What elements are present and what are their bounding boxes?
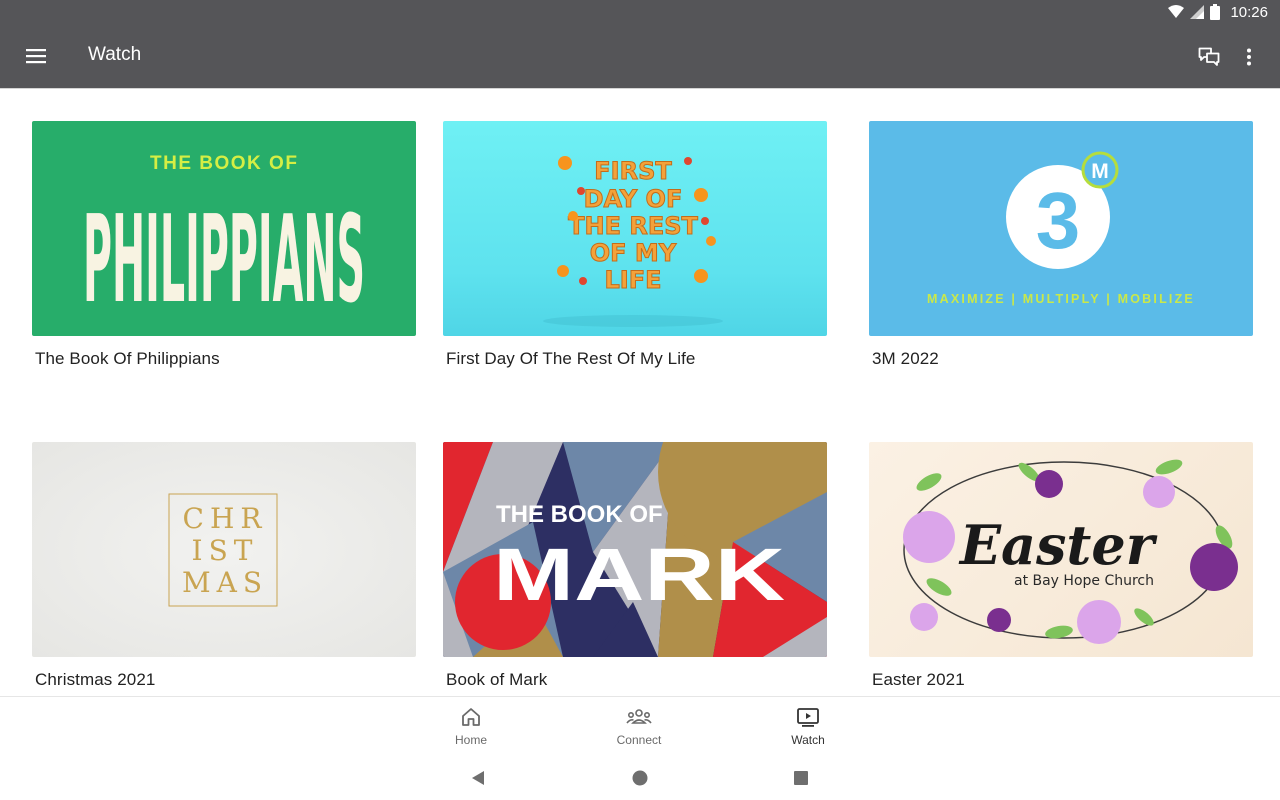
- system-back-button[interactable]: [467, 767, 489, 789]
- more-vert-icon: [1247, 48, 1251, 66]
- play-screen-icon: [797, 708, 819, 727]
- watch-screen: 10:26 Watch THE BOOK OF PHILIPPIANS The …: [0, 0, 1280, 800]
- easter-floral-artwork[interactable]: Easter at Bay Hope Church: [869, 442, 1253, 657]
- series-title: 3M 2022: [872, 349, 939, 368]
- system-recents-button[interactable]: [790, 767, 812, 789]
- mark-artwork-graphic: THE BOOK OF MARK: [443, 442, 827, 657]
- signal-icon: [1190, 5, 1205, 19]
- easter-artwork-graphic: Easter at Bay Hope Church: [903, 459, 1238, 644]
- more-options-button[interactable]: [1234, 42, 1264, 72]
- christmas-line-2: IST: [192, 534, 259, 567]
- mark-main-text: MARK: [493, 533, 785, 616]
- philippians-artwork-graphic: THE BOOK OF PHILIPPIANS: [83, 153, 365, 330]
- chat-button[interactable]: [1194, 42, 1224, 72]
- nav-home-label: Home: [454, 733, 487, 747]
- series-card-3m[interactable]: 3 M MAXIMIZE | MULTIPLY | MOBILIZE 3M 20…: [869, 121, 1253, 369]
- series-card-first-day[interactable]: FIRST DAY OF THE REST OF MY LIFE First D…: [443, 121, 827, 369]
- series-title: First Day Of The Rest Of My Life: [446, 349, 696, 368]
- people-icon: [626, 709, 652, 724]
- system-home-button[interactable]: [629, 767, 651, 789]
- battery-icon: [1210, 4, 1221, 20]
- 3m-number: 3: [1036, 176, 1081, 265]
- series-title: Easter 2021: [872, 670, 965, 689]
- philippians-artwork[interactable]: THE BOOK OF PHILIPPIANS: [32, 121, 416, 336]
- easter-main-text: Easter: [958, 513, 1158, 577]
- home-circle-icon: [632, 770, 648, 786]
- menu-icon: [26, 49, 46, 64]
- series-card-easter[interactable]: Easter at Bay Hope Church Easter 2021: [869, 442, 1253, 690]
- first-day-line-3: THE REST: [568, 212, 698, 240]
- nav-connect-label: Connect: [616, 733, 662, 747]
- series-title: Book of Mark: [446, 670, 548, 689]
- christmas-line-3: MAS: [182, 566, 268, 599]
- christmas-artwork-graphic: CHR IST MAS: [168, 493, 278, 607]
- page-title: Watch: [88, 44, 142, 65]
- chat-icon: [1198, 47, 1220, 66]
- first-day-line-1: FIRST: [594, 157, 672, 185]
- status-bar: 10:26: [0, 0, 1280, 24]
- first-day-line-2: DAY OF: [584, 185, 683, 213]
- app-bar: Watch: [0, 24, 1280, 88]
- 3m-letter: M: [1091, 160, 1109, 183]
- menu-button[interactable]: [20, 42, 52, 70]
- nav-connect[interactable]: Connect: [599, 705, 679, 747]
- status-icons: 10:26: [1168, 3, 1268, 21]
- series-card-mark[interactable]: THE BOOK OF MARK Book of Mark: [443, 442, 827, 690]
- mark-geometric-artwork[interactable]: THE BOOK OF MARK: [443, 442, 827, 657]
- first-day-line-4: OF MY: [590, 239, 677, 267]
- nav-watch-label: Watch: [791, 733, 825, 747]
- breakfast-lettering-artwork[interactable]: FIRST DAY OF THE REST OF MY LIFE: [443, 121, 827, 336]
- series-card-philippians[interactable]: THE BOOK OF PHILIPPIANS The Book Of Phil…: [32, 121, 416, 369]
- mark-top-text: THE BOOK OF: [496, 501, 663, 528]
- bottom-navigation: Home Connect Watch: [0, 696, 1280, 756]
- home-icon: [462, 708, 480, 726]
- series-title: Christmas 2021: [35, 670, 156, 689]
- first-day-artwork-graphic: FIRST DAY OF THE REST OF MY LIFE: [543, 156, 723, 327]
- philippians-top-text: THE BOOK OF: [150, 153, 298, 174]
- nav-watch[interactable]: Watch: [768, 705, 848, 747]
- christmas-gold-foil-artwork[interactable]: CHR IST MAS: [32, 442, 416, 657]
- system-navigation-bar: [0, 756, 1280, 800]
- first-day-line-5: LIFE: [604, 266, 661, 294]
- easter-sub-text: at Bay Hope Church: [1014, 573, 1154, 589]
- wifi-icon: [1168, 5, 1185, 18]
- series-title: The Book Of Philippians: [35, 349, 220, 368]
- nav-home[interactable]: Home: [431, 705, 511, 747]
- 3m-artwork-graphic: 3 M MAXIMIZE | MULTIPLY | MOBILIZE: [927, 151, 1195, 306]
- series-grid: THE BOOK OF PHILIPPIANS The Book Of Phil…: [0, 88, 1280, 696]
- philippians-main-text: PHILIPPIANS: [83, 191, 365, 330]
- series-card-christmas[interactable]: CHR IST MAS Christmas 2021: [32, 442, 416, 690]
- back-icon: [472, 771, 484, 785]
- christmas-line-1: CHR: [183, 502, 268, 535]
- 3m-logo-artwork[interactable]: 3 M MAXIMIZE | MULTIPLY | MOBILIZE: [869, 121, 1253, 336]
- 3m-tagline: MAXIMIZE | MULTIPLY | MOBILIZE: [927, 292, 1195, 306]
- status-time: 10:26: [1230, 3, 1268, 21]
- recents-icon: [794, 771, 808, 785]
